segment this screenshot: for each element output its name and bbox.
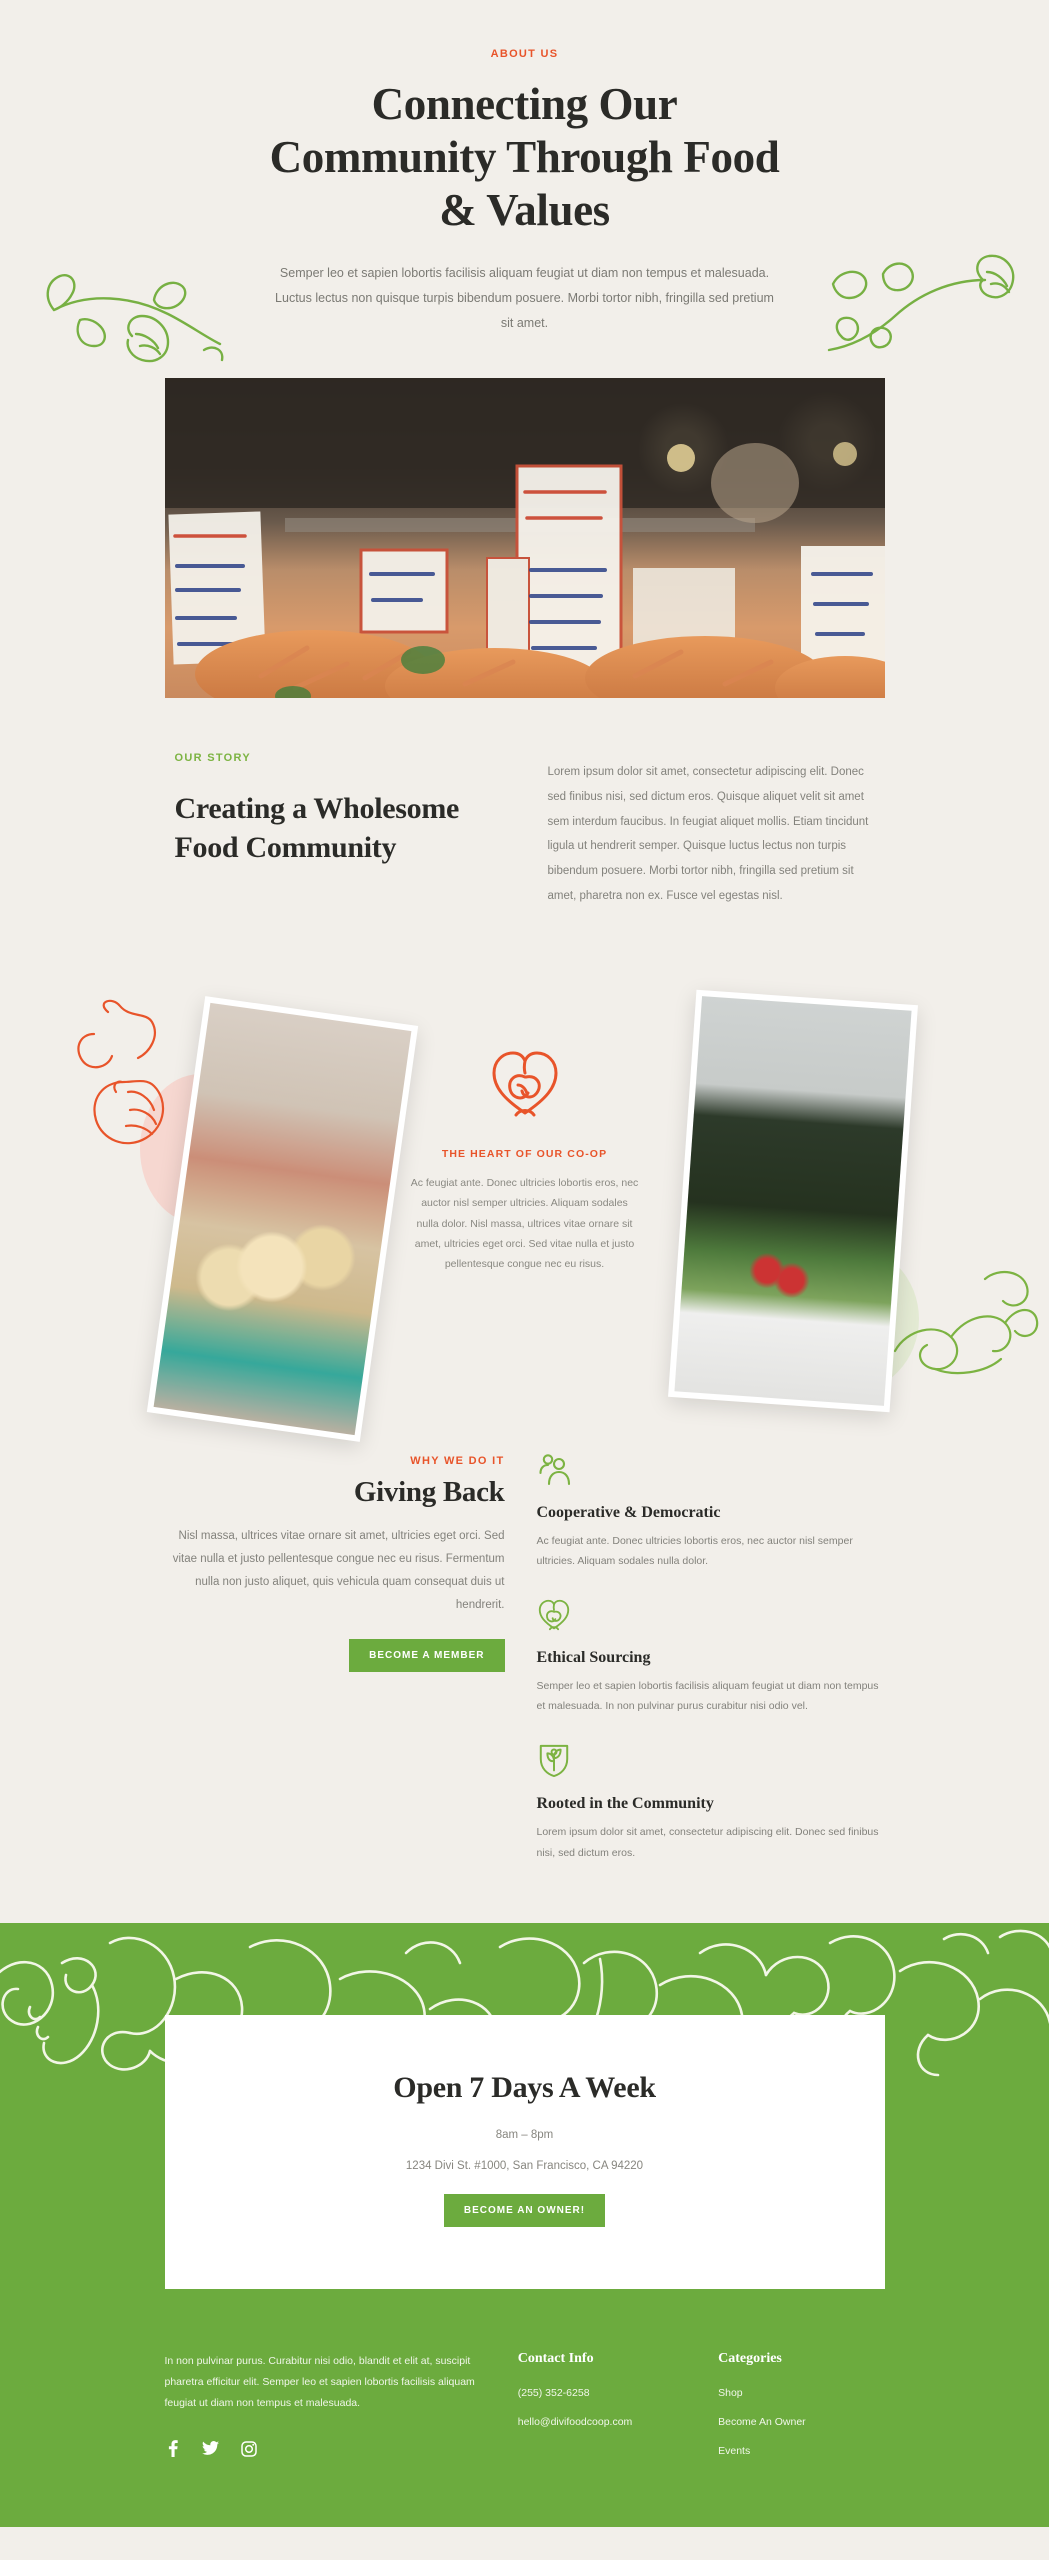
hero-image: [164, 378, 885, 699]
story-eyebrow: OUR STORY: [174, 752, 251, 765]
cta-card: Open 7 Days A Week 8am – 8pm 1234 Divi S…: [164, 2015, 885, 2290]
kale-crate-photo-card: [668, 989, 918, 1412]
footer-link-become-an-owner[interactable]: Become An Owner: [718, 2416, 884, 2428]
pear-doodle-icon: [77, 999, 165, 1144]
giving-left-column: WHY WE DO IT Giving Back Nisl massa, ult…: [165, 1451, 505, 1672]
story-paragraph: Lorem ipsum dolor sit amet, consectetur …: [547, 766, 869, 902]
our-story-section: OUR STORY Creating a Wholesome Food Comm…: [165, 752, 885, 908]
giving-features-column: Cooperative & Democratic Ac feugiat ante…: [537, 1451, 885, 1864]
heart-of-coop-section: THE HEART OF OUR CO-OP Ac feugiat ante. …: [0, 979, 1049, 1442]
become-a-member-button[interactable]: BECOME A MEMBER: [349, 1638, 505, 1672]
footer-about-column: In non pulvinar purus. Curabitur nisi od…: [164, 2351, 484, 2458]
story-title: Creating a Wholesome Food Community: [174, 792, 460, 864]
footer-contact-phone[interactable]: (255) 352-6258: [518, 2387, 684, 2399]
feature-text: Lorem ipsum dolor sit amet, consectetur …: [536, 1826, 879, 1859]
giving-paragraph: Nisl massa, ultrices vitae ornare sit am…: [172, 1529, 505, 1611]
site-footer: In non pulvinar purus. Curabitur nisi od…: [0, 2289, 1049, 2528]
social-links: [165, 2440, 484, 2458]
footer-link-events[interactable]: Events: [718, 2445, 884, 2457]
footer-contact-email[interactable]: hello@divifoodcoop.com: [518, 2416, 684, 2428]
footer-link-shop[interactable]: Shop: [718, 2387, 884, 2399]
giving-eyebrow: WHY WE DO IT: [410, 1454, 505, 1467]
vine-right-decoration-icon: [827, 254, 1015, 352]
kale-crate-photo: [674, 995, 912, 1406]
feature-title: Ethical Sourcing: [536, 1648, 651, 1666]
crab-market-photo: [164, 378, 885, 699]
feature-item: Rooted in the Community Lorem ipsum dolo…: [537, 1742, 885, 1863]
heart-leaf-icon: [538, 1599, 569, 1630]
footer-categories-column: Categories Shop Become An Owner Events: [718, 2351, 884, 2457]
story-left-column: OUR STORY Creating a Wholesome Food Comm…: [165, 752, 512, 867]
footer-contact-list: (255) 352-6258 hello@divifoodcoop.com: [518, 2387, 684, 2428]
green-loop-doodle-icon: [893, 1270, 1039, 1374]
page-title: Connecting Our Community Through Food & …: [269, 79, 780, 236]
footer-contact-column: Contact Info (255) 352-6258 hello@divifo…: [518, 2351, 684, 2428]
cta-title: Open 7 Days A Week: [393, 2071, 656, 2105]
footer-about-text: In non pulvinar purus. Curabitur nisi od…: [164, 2355, 475, 2410]
become-an-owner-button[interactable]: BECOME AN OWNER!: [443, 2194, 606, 2228]
hero-paragraph: Semper leo et sapien lobortis facilisis …: [275, 266, 774, 331]
footer-categories-heading: Categories: [718, 2351, 782, 2367]
heart-of-coop-column: THE HEART OF OUR CO-OP Ac feugiat ante. …: [411, 1047, 639, 1275]
facebook-icon[interactable]: [165, 2440, 180, 2458]
hero-section: ABOUT US Connecting Our Community Throug…: [0, 0, 1049, 708]
sprout-shield-icon: [539, 1745, 568, 1778]
feature-title: Cooperative & Democratic: [536, 1503, 721, 1521]
cta-hours: 8am – 8pm: [495, 2129, 554, 2142]
vine-left-decoration-icon: [46, 274, 224, 363]
heart-label: THE HEART OF OUR CO-OP: [441, 1147, 608, 1160]
feature-title: Rooted in the Community: [536, 1795, 714, 1813]
heart-leaf-icon: [492, 1051, 557, 1117]
twitter-icon[interactable]: [201, 2441, 219, 2456]
heart-paragraph: Ac feugiat ante. Donec ultricies loborti…: [410, 1176, 639, 1271]
hero-eyebrow: ABOUT US: [490, 48, 559, 60]
cta-section: Open 7 Days A Week 8am – 8pm 1234 Divi S…: [0, 1923, 1049, 2290]
people-group-icon: [538, 1453, 570, 1485]
feature-item: Cooperative & Democratic Ac feugiat ante…: [537, 1453, 885, 1572]
feature-item: Ethical Sourcing Semper leo et sapien lo…: [537, 1598, 885, 1717]
feature-text: Ac feugiat ante. Donec ultricies loborti…: [536, 1534, 853, 1568]
giving-back-section: WHY WE DO IT Giving Back Nisl massa, ult…: [165, 1451, 885, 1924]
feature-text: Semper leo et sapien lobortis facilisis …: [536, 1679, 879, 1712]
giving-title: Giving Back: [353, 1475, 505, 1508]
footer-categories-list: Shop Become An Owner Events: [718, 2387, 884, 2457]
footer-contact-heading: Contact Info: [517, 2351, 594, 2367]
instagram-icon[interactable]: [240, 2441, 257, 2457]
cta-address: 1234 Divi St. #1000, San Francisco, CA 9…: [405, 2160, 644, 2173]
